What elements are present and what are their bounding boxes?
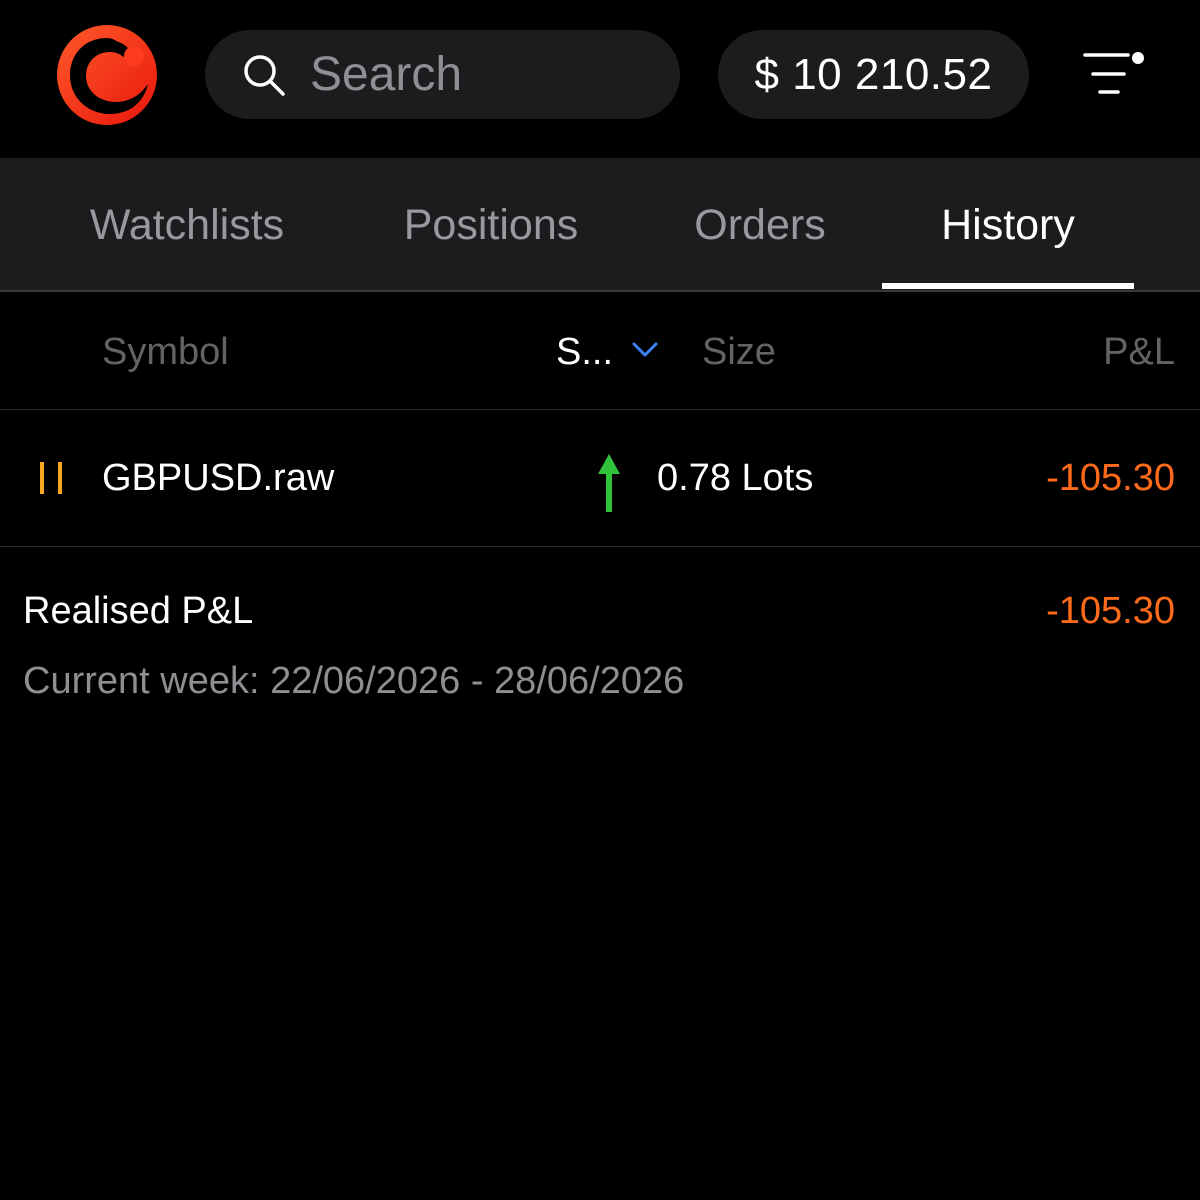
search-placeholder: Search bbox=[310, 48, 463, 101]
row-size: 0.78 Lots bbox=[657, 457, 814, 499]
column-header-pnl[interactable]: P&L bbox=[1103, 294, 1175, 410]
column-header-size[interactable]: Size bbox=[702, 294, 776, 410]
arrow-up-icon bbox=[598, 454, 620, 512]
top-bar: Search $ 10 210.52 bbox=[0, 0, 1200, 158]
realised-pnl-label: Realised P&L bbox=[23, 590, 254, 632]
realised-pnl-value: -105.30 bbox=[1046, 590, 1175, 632]
notification-dot bbox=[1132, 52, 1144, 64]
search-icon bbox=[244, 55, 285, 96]
tab-positions[interactable]: Positions bbox=[360, 158, 622, 290]
tab-bar: Watchlists Positions Orders History bbox=[0, 158, 1200, 292]
tab-orders[interactable]: Orders bbox=[660, 158, 860, 290]
current-week-range: Current week: 22/06/2026 - 28/06/2026 bbox=[23, 660, 685, 702]
chevron-down-icon[interactable] bbox=[630, 334, 660, 364]
table-header: Symbol S... Size P&L bbox=[0, 294, 1200, 410]
search-bar[interactable]: Search bbox=[205, 30, 680, 119]
table-row[interactable]: GBPUSD.raw 0.78 Lots -105.30 bbox=[0, 410, 1200, 547]
brand-logo[interactable] bbox=[54, 22, 160, 128]
row-pnl: -105.30 bbox=[1046, 457, 1175, 499]
tab-watchlists[interactable]: Watchlists bbox=[48, 158, 326, 290]
row-symbol: GBPUSD.raw bbox=[102, 457, 335, 499]
column-header-symbol[interactable]: Symbol bbox=[102, 294, 229, 410]
active-tab-indicator bbox=[882, 283, 1134, 289]
tab-history[interactable]: History bbox=[882, 158, 1134, 290]
pause-icon bbox=[40, 462, 62, 494]
account-balance-button[interactable]: $ 10 210.52 bbox=[718, 30, 1029, 119]
column-header-side[interactable]: S... bbox=[556, 294, 613, 410]
filter-menu-icon[interactable] bbox=[1080, 45, 1150, 105]
